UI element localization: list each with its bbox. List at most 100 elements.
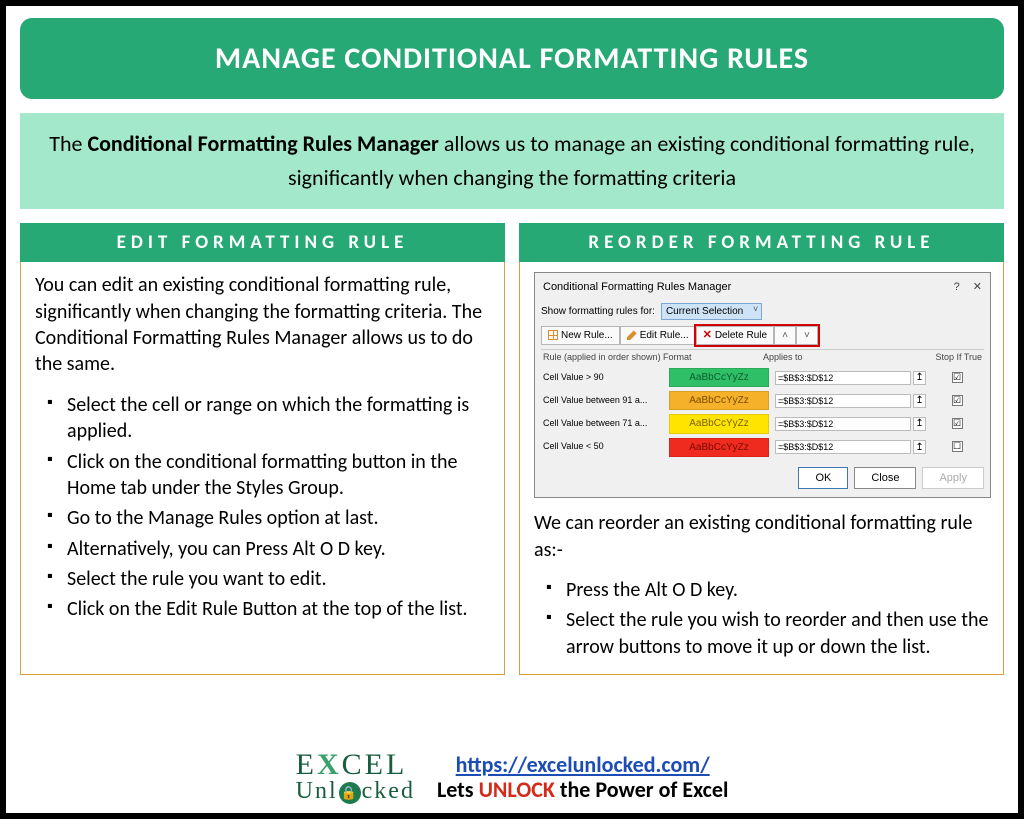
rule-text: Cell Value between 91 a... (543, 395, 663, 407)
columns: EDIT FORMATTING RULE You can edit an exi… (20, 223, 1004, 675)
reorder-rule-column: REORDER FORMATTING RULE Conditional Form… (519, 223, 1004, 675)
lock-icon: 🔒 (339, 782, 361, 804)
stop-if-true[interactable]: ☑ (932, 372, 982, 384)
intro-bold: Conditional Formatting Rules Manager (87, 130, 438, 157)
checkbox-icon: ☐ (952, 441, 963, 452)
list-item: Alternatively, you can Press Alt O D key… (43, 536, 492, 562)
format-preview: AaBbCcYyZz (669, 414, 769, 433)
tag-pre: Lets (437, 776, 479, 803)
format-preview: AaBbCcYyZz (669, 438, 769, 457)
range-picker-icon[interactable]: ↥ (913, 440, 926, 454)
rule-row[interactable]: Cell Value > 90 AaBbCcYyZz ↥ ☑ (541, 366, 984, 389)
delete-and-arrows-highlight: ✕Delete Rule ˄ ˅ (696, 326, 818, 345)
format-preview: AaBbCcYyZz (669, 368, 769, 387)
range-picker-icon[interactable]: ↥ (913, 417, 926, 431)
dialog-footer: OK Close Apply (541, 467, 984, 490)
close-icon[interactable]: ✕ (973, 281, 982, 293)
stop-if-true[interactable]: ☑ (932, 418, 982, 430)
logo-letters: CEL (342, 748, 408, 781)
applies-to: ↥ (775, 371, 926, 385)
list-item: Select the cell or range on which the fo… (43, 392, 492, 445)
delete-rule-label: Delete Rule (715, 329, 767, 342)
applies-input[interactable] (775, 371, 911, 385)
ok-button[interactable]: OK (798, 467, 848, 490)
excel-unlocked-logo: EXCEL Unl🔒cked (296, 751, 415, 802)
page-footer: EXCEL Unl🔒cked https://excelunlocked.com… (6, 751, 1018, 803)
tag-unlock: UNLOCK (479, 776, 555, 803)
grid-icon (548, 330, 558, 340)
range-picker-icon[interactable]: ↥ (913, 371, 926, 385)
rule-text: Cell Value > 90 (543, 372, 663, 384)
dialog-toolbar: New Rule... Edit Rule... ✕Delete Rule ˄ … (541, 326, 984, 345)
stop-if-true[interactable]: ☑ (932, 395, 982, 407)
edit-rule-heading: EDIT FORMATTING RULE (20, 223, 505, 262)
applies-input[interactable] (775, 440, 911, 454)
format-preview: AaBbCcYyZz (669, 391, 769, 410)
help-icon[interactable]: ? (954, 281, 960, 293)
apply-button[interactable]: Apply (922, 467, 984, 490)
tagline: Lets UNLOCK the Power of Excel (437, 776, 728, 803)
page-title-banner: MANAGE CONDITIONAL FORMATTING RULES (20, 18, 1004, 99)
show-rules-select[interactable]: Current Selection (661, 303, 762, 320)
rule-text: Cell Value between 71 a... (543, 418, 663, 430)
applies-input[interactable] (775, 417, 911, 431)
reorder-rule-body: Conditional Formatting Rules Manager ? ✕… (519, 262, 1004, 675)
page-title: MANAGE CONDITIONAL FORMATTING RULES (215, 40, 809, 77)
rule-row[interactable]: Cell Value between 91 a... AaBbCcYyZz ↥ … (541, 389, 984, 412)
applies-input[interactable] (775, 394, 911, 408)
col-stop: Stop If True (932, 352, 982, 364)
show-rules-label: Show formatting rules for: (541, 305, 655, 318)
edit-rule-para: You can edit an existing conditional for… (35, 272, 492, 378)
checkbox-icon: ☑ (952, 372, 963, 383)
dialog-titlebar: Conditional Formatting Rules Manager ? ✕ (541, 278, 984, 301)
list-item: Select the rule you wish to reorder and … (542, 607, 991, 660)
tag-post: the Power of Excel (555, 776, 728, 803)
dialog-title: Conditional Formatting Rules Manager (543, 280, 731, 295)
edit-rule-button[interactable]: Edit Rule... (620, 326, 696, 345)
footer-text: https://excelunlocked.com/ Lets UNLOCK t… (437, 751, 728, 803)
intro-box: The Conditional Formatting Rules Manager… (20, 113, 1004, 209)
close-button[interactable]: Close (854, 467, 916, 490)
list-item: Go to the Manage Rules option at last. (43, 505, 492, 531)
stop-if-true[interactable]: ☐ (932, 441, 982, 453)
intro-prefix: The (49, 130, 87, 157)
reorder-list: Press the Alt O D key. Select the rule y… (534, 577, 991, 660)
list-item: Click on the Edit Rule Button at the top… (43, 596, 492, 622)
edit-rule-list: Select the cell or range on which the fo… (35, 392, 492, 623)
rule-row[interactable]: Cell Value < 50 AaBbCcYyZz ↥ ☐ (541, 436, 984, 459)
checkbox-icon: ☑ (952, 395, 963, 406)
site-link[interactable]: https://excelunlocked.com/ (456, 751, 710, 778)
reorder-rule-heading: REORDER FORMATTING RULE (519, 223, 1004, 262)
delete-rule-button[interactable]: ✕Delete Rule (696, 326, 774, 345)
edit-rule-body: You can edit an existing conditional for… (20, 262, 505, 675)
edit-rule-column: EDIT FORMATTING RULE You can edit an exi… (20, 223, 505, 675)
new-rule-label: New Rule... (561, 329, 613, 342)
edit-rule-label: Edit Rule... (640, 329, 689, 342)
checkbox-icon: ☑ (952, 418, 963, 429)
range-picker-icon[interactable]: ↥ (913, 394, 926, 408)
page: MANAGE CONDITIONAL FORMATTING RULES The … (0, 0, 1024, 819)
x-icon: ✕ (703, 330, 712, 340)
col-rule: Rule (applied in order shown) (543, 352, 663, 364)
move-up-button[interactable]: ˄ (774, 326, 796, 345)
applies-to: ↥ (775, 417, 926, 431)
cf-rules-dialog: Conditional Formatting Rules Manager ? ✕… (534, 272, 991, 498)
list-item: Click on the conditional formatting butt… (43, 449, 492, 502)
move-down-button[interactable]: ˅ (796, 326, 818, 345)
new-rule-button[interactable]: New Rule... (541, 326, 620, 345)
logo-cked: cked (362, 780, 415, 803)
col-applies: Applies to (763, 352, 932, 364)
logo-unl: Unl (296, 780, 338, 803)
applies-to: ↥ (775, 394, 926, 408)
rule-row[interactable]: Cell Value between 71 a... AaBbCcYyZz ↥ … (541, 412, 984, 435)
applies-to: ↥ (775, 440, 926, 454)
col-format: Format (663, 352, 763, 364)
rule-text: Cell Value < 50 (543, 441, 663, 453)
list-item: Press the Alt O D key. (542, 577, 991, 603)
logo-letter: E (296, 748, 317, 781)
rules-header-row: Rule (applied in order shown) Format App… (541, 349, 984, 366)
list-item: Select the rule you want to edit. (43, 566, 492, 592)
edit-icon (627, 330, 637, 340)
reorder-para: We can reorder an existing conditional f… (534, 510, 991, 563)
logo-letter-x: X (317, 748, 342, 781)
